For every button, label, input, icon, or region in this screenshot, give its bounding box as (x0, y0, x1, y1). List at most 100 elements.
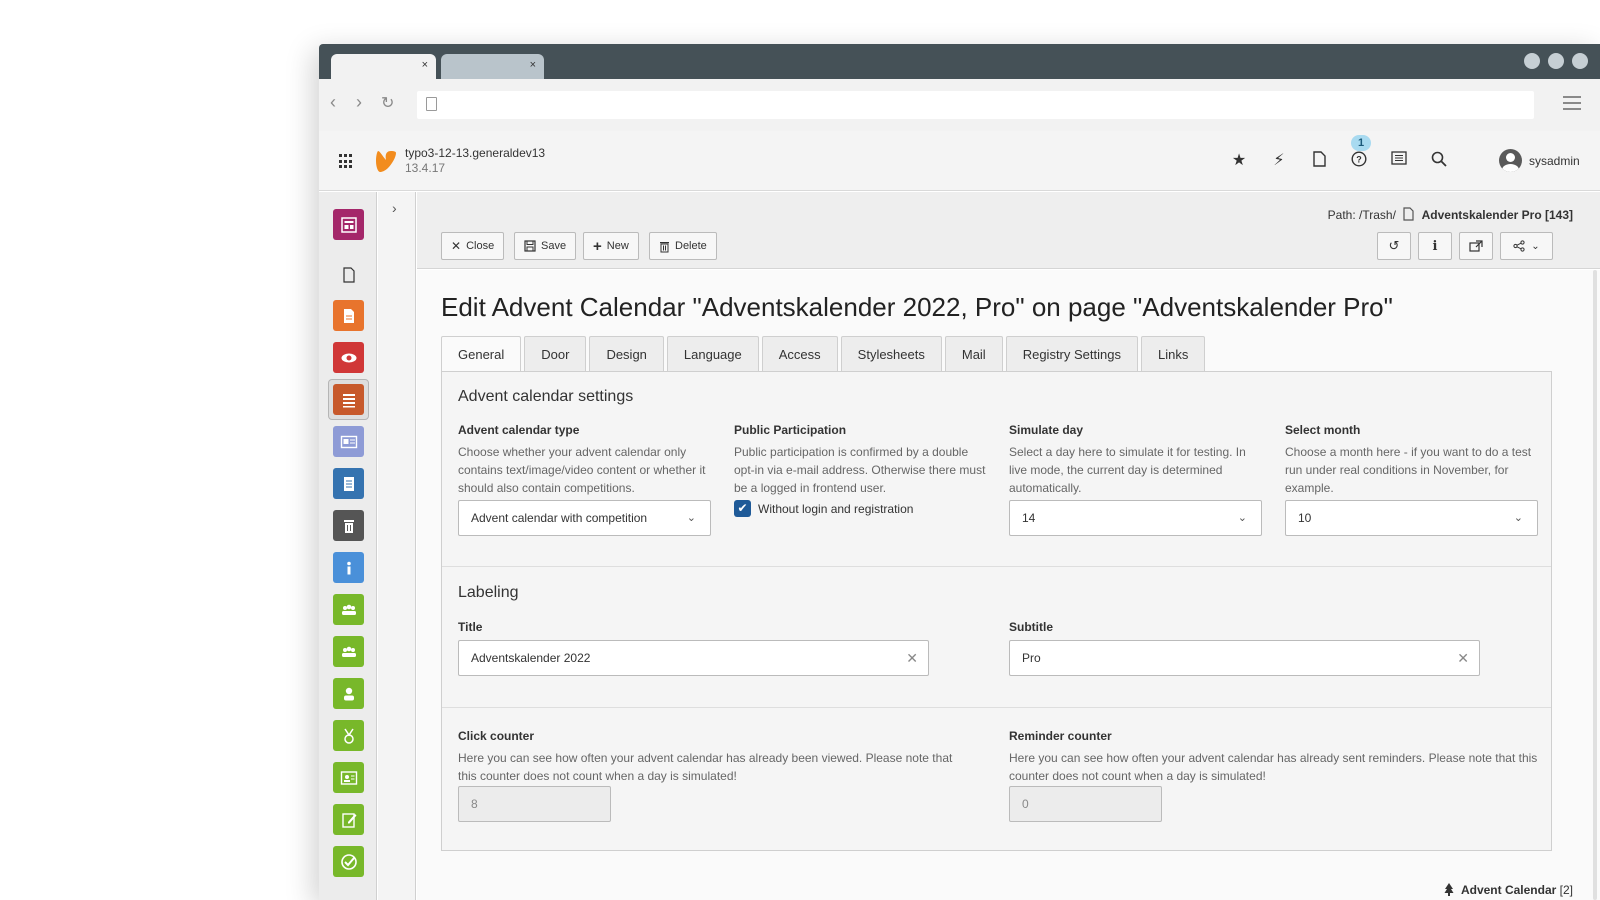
list-doc-module-icon[interactable] (333, 259, 364, 290)
chevron-right-icon[interactable]: › (392, 200, 397, 216)
tab-stylesheets[interactable]: Stylesheets (840, 336, 942, 372)
page-icon (426, 97, 437, 111)
user-module-icon[interactable] (333, 678, 364, 709)
calendar-type-select[interactable]: Advent calendar with competition ⌄ (458, 500, 711, 536)
browser-tab-active[interactable]: × (331, 54, 436, 79)
title-input[interactable]: Adventskalender 2022 ✕ (458, 640, 929, 676)
section-heading: Advent calendar settings (458, 388, 634, 405)
news-module-icon[interactable] (333, 426, 364, 457)
view-module-icon[interactable] (333, 342, 364, 373)
select-month-select[interactable]: 10 ⌄ (1285, 500, 1538, 536)
open-docs-icon[interactable] (1309, 151, 1329, 171)
tab-panel-general: Advent calendar settings Advent calendar… (441, 371, 1552, 851)
select-month-field: Select month Choose a month here - if yo… (1285, 423, 1540, 497)
users-module-icon[interactable] (333, 594, 364, 625)
window-maximize-button[interactable] (1548, 53, 1564, 69)
typo3-logo-icon[interactable] (375, 149, 397, 173)
close-button[interactable]: ✕ Close (441, 232, 505, 260)
back-icon[interactable]: ‹ (330, 92, 336, 113)
share-icon (1513, 240, 1525, 252)
section-heading: Labeling (458, 584, 519, 601)
info-button[interactable]: i (1418, 232, 1452, 260)
recycler-module-icon[interactable] (333, 510, 364, 541)
groups-module-icon[interactable] (333, 636, 364, 667)
edit-module-icon[interactable] (333, 804, 364, 835)
contact-module-icon[interactable] (333, 762, 364, 793)
window-minimize-button[interactable] (1524, 53, 1540, 69)
click-counter-input: 8 (458, 786, 611, 822)
browser-toolbar: ‹ › ↻ (319, 79, 1600, 131)
subtitle-input[interactable]: Pro ✕ (1009, 640, 1480, 676)
new-button[interactable]: + New (583, 232, 639, 260)
page-tree-collapsed: › (378, 192, 416, 900)
tab-mail[interactable]: Mail (944, 336, 1003, 372)
checkmark-icon[interactable]: ✔ (734, 500, 751, 517)
window-close-button[interactable] (1572, 53, 1588, 69)
reload-icon[interactable]: ↻ (381, 93, 394, 113)
browser-menu-icon[interactable] (1563, 96, 1581, 114)
help-icon[interactable]: ? (1349, 151, 1369, 171)
tree-icon (1444, 883, 1454, 896)
field-description: Here you can see how often your advent c… (1009, 751, 1538, 783)
clear-icon[interactable]: ✕ (1457, 641, 1469, 675)
bookmark-star-icon[interactable]: ★ (1229, 151, 1249, 171)
address-bar[interactable] (417, 91, 1534, 119)
browser-tab-inactive[interactable]: × (441, 54, 544, 79)
list-module-icon[interactable] (333, 384, 364, 415)
tab-door[interactable]: Door (524, 336, 587, 372)
clear-icon[interactable]: ✕ (906, 641, 918, 675)
user-name[interactable]: sysadmin (1529, 154, 1580, 168)
chevron-down-icon: ⌄ (1513, 512, 1523, 524)
tab-language[interactable]: Language (666, 336, 759, 372)
checkbox-label: Without login and registration (758, 501, 914, 516)
system-info-icon[interactable] (1389, 151, 1409, 171)
check-module-icon[interactable] (333, 846, 364, 877)
save-button[interactable]: Save (514, 232, 577, 260)
delete-button[interactable]: Delete (649, 232, 717, 260)
user-avatar[interactable] (1499, 149, 1522, 172)
share-dropdown-button[interactable]: ⌄ (1500, 232, 1553, 260)
typo3-version: 13.4.17 (405, 161, 446, 175)
page-module-icon[interactable] (333, 209, 364, 240)
subtitle-field: Subtitle (1009, 620, 1053, 640)
record-type-footer: Advent Calendar [2] (1444, 883, 1573, 897)
module-menu (319, 192, 377, 900)
flash-cache-icon[interactable]: ⚡ (1269, 151, 1289, 171)
history-button[interactable]: ↺ (1377, 232, 1411, 260)
history-icon: ↺ (1388, 238, 1400, 253)
tab-links[interactable]: Links (1140, 336, 1206, 372)
settings-section: Advent calendar settings Advent calendar… (442, 372, 1551, 567)
tab-access[interactable]: Access (761, 336, 838, 372)
tab-registry-settings[interactable]: Registry Settings (1005, 336, 1138, 372)
doc-header: Path: /Trash/ Adventskalender Pro [143] … (417, 192, 1600, 269)
apps-grid-icon[interactable] (339, 154, 354, 169)
tab-general[interactable]: General (441, 336, 522, 372)
field-description: Select a day here to simulate it for tes… (1009, 445, 1246, 495)
external-link-icon (1469, 240, 1483, 252)
reward-module-icon[interactable] (333, 720, 364, 751)
content-area: Path: /Trash/ Adventskalender Pro [143] … (417, 192, 1600, 900)
info-module-icon[interactable] (333, 552, 364, 583)
svg-text:?: ? (1356, 155, 1362, 165)
site-name: typo3-12-13.generaldev13 (405, 146, 546, 160)
file-module-icon[interactable] (333, 300, 364, 331)
path-label: Path: /Trash/ (1327, 208, 1396, 222)
field-label: Click counter (458, 729, 535, 743)
field-label: Simulate day (1009, 423, 1084, 437)
search-icon[interactable] (1429, 151, 1449, 171)
content-scrollbar[interactable] (1593, 270, 1597, 900)
tab-design[interactable]: Design (589, 336, 664, 372)
tab-close-icon[interactable]: × (422, 59, 428, 71)
without-login-checkbox[interactable]: ✔ Without login and registration (734, 500, 913, 517)
view-webpage-button[interactable] (1459, 232, 1493, 260)
tab-close-icon[interactable]: × (530, 59, 536, 71)
close-icon: ✕ (451, 239, 462, 253)
chevron-down-icon: ⌄ (1237, 512, 1247, 524)
records-module-icon[interactable] (333, 468, 364, 499)
simulate-day-select[interactable]: 14 ⌄ (1009, 500, 1262, 536)
labeling-section: Labeling Title Adventskalender 2022 ✕ Su… (442, 568, 1551, 708)
forward-icon[interactable]: › (356, 92, 362, 113)
record-type-count: [2] (1559, 883, 1573, 897)
simulate-day-field: Simulate day Select a day here to simula… (1009, 423, 1254, 497)
reminder-counter-field: Reminder counter Here you can see how of… (1009, 729, 1539, 785)
